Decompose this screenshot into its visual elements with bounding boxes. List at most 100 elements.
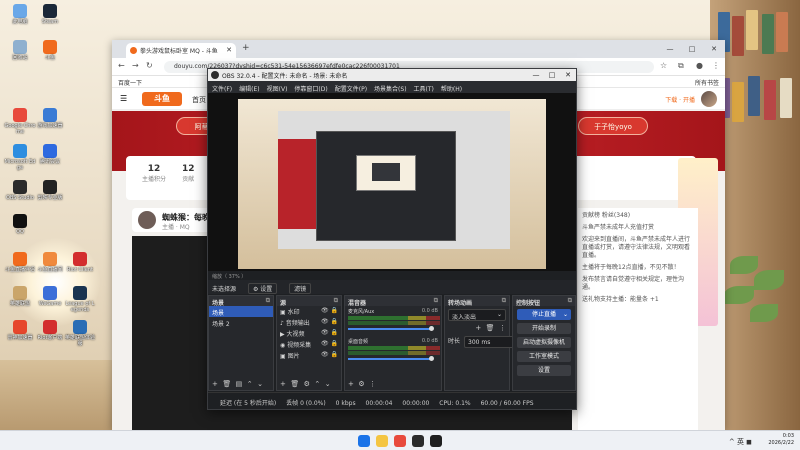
source-filters-button[interactable]: 滤镜 xyxy=(289,283,312,294)
filter-icon[interactable]: ▤ xyxy=(236,380,243,388)
chrome-minimize-button[interactable]: — xyxy=(659,40,681,58)
chrome-close-button[interactable]: ✕ xyxy=(703,40,725,58)
scene-item[interactable]: 场景 2 xyxy=(209,317,273,328)
eye-icon[interactable]: 👁 xyxy=(321,329,331,336)
chrome-maximize-button[interactable]: □ xyxy=(681,40,703,58)
trash-icon[interactable]: 🗑 xyxy=(222,380,231,388)
move-up-icon[interactable]: ⌃ xyxy=(247,380,253,388)
more-icon[interactable]: ⋮ xyxy=(369,380,376,388)
clock[interactable]: 0:03 2026/2/22 xyxy=(768,433,794,447)
transition-select[interactable]: 淡入淡出 ⌄ xyxy=(448,309,506,321)
lock-icon[interactable]: 🔒 xyxy=(331,318,338,325)
banner-pill[interactable]: 于子怡yoyo xyxy=(578,117,648,135)
desktop-icon[interactable]: 腾讯会议 xyxy=(34,144,66,165)
dock-menu-icon[interactable]: ⧉ xyxy=(568,297,572,305)
eye-icon[interactable]: 👁 xyxy=(321,318,331,325)
obs-menu-item[interactable]: 停靠窗口(D) xyxy=(294,86,327,93)
add-icon[interactable]: + xyxy=(212,380,218,388)
eye-icon[interactable]: 👁 xyxy=(321,351,331,358)
gear-icon[interactable]: ⚙ xyxy=(304,380,310,388)
desktop-icon[interactable]: QQ xyxy=(4,214,36,235)
obs-preview[interactable] xyxy=(208,93,576,271)
system-tray[interactable]: ^ 英 ◼ xyxy=(729,437,752,447)
move-down-icon[interactable]: ⌄ xyxy=(325,380,331,388)
scene-item[interactable]: 场景 xyxy=(209,306,273,317)
windows-start-icon[interactable] xyxy=(358,435,370,447)
back-arrow-icon[interactable]: ← xyxy=(118,61,125,70)
douyu-logo[interactable]: 斗鱼 xyxy=(142,92,182,106)
new-tab-button[interactable]: + xyxy=(242,43,250,53)
desktop-icon[interactable]: League of Legends xyxy=(64,286,96,313)
desktop-icon[interactable]: Google Chrome xyxy=(4,108,36,135)
desktop-icon[interactable]: 回收站 xyxy=(4,40,36,61)
move-up-icon[interactable]: ⌃ xyxy=(314,380,320,388)
dock-menu-icon[interactable]: ⧉ xyxy=(266,297,270,305)
all-bookmarks[interactable]: 所有书签 xyxy=(695,78,719,87)
source-item[interactable]: ▶ 大视频 👁 🔒 xyxy=(277,328,341,339)
obs-menu-item[interactable]: 场景集合(S) xyxy=(374,86,407,93)
add-icon[interactable]: + xyxy=(475,324,481,332)
desktop-icon[interactable]: WeGame xyxy=(34,286,66,307)
eye-icon[interactable]: 👁 xyxy=(321,307,331,314)
source-item[interactable]: ▣ 图片 👁 🔒 xyxy=(277,350,341,361)
desktop-icon[interactable]: Steam xyxy=(34,4,66,25)
more-icon[interactable]: ⋮ xyxy=(499,324,506,332)
add-icon[interactable]: + xyxy=(280,380,286,388)
menu-icon[interactable]: ☰ xyxy=(120,94,127,103)
obs-close-button[interactable]: ✕ xyxy=(560,69,576,81)
reload-icon[interactable]: ↻ xyxy=(146,61,153,70)
desktop-icon[interactable]: 此电脑 xyxy=(4,4,36,25)
desktop-icon[interactable]: Riot客户端 xyxy=(34,320,66,341)
obs-menu-item[interactable]: 配置文件(P) xyxy=(335,86,367,93)
desktop-icon[interactable]: 游戏加速器 xyxy=(34,108,66,129)
source-item[interactable]: ♪ 音频输出 👁 🔒 xyxy=(277,317,341,328)
bookmark-star-icon[interactable]: ☆ xyxy=(660,61,667,70)
source-item[interactable]: ◉ 视频采集 👁 🔒 xyxy=(277,339,341,350)
obs-maximize-button[interactable]: □ xyxy=(544,69,560,81)
gear-icon[interactable]: ⚙ xyxy=(358,380,364,388)
volume-slider[interactable] xyxy=(348,356,434,361)
obs-menu-item[interactable]: 工具(T) xyxy=(414,86,434,93)
user-avatar[interactable] xyxy=(701,91,717,107)
obs-menu-item[interactable]: 视图(V) xyxy=(267,86,288,93)
obs-icon[interactable] xyxy=(412,435,424,447)
profile-icon[interactable]: ● xyxy=(696,61,703,70)
dock-menu-icon[interactable]: ⧉ xyxy=(434,297,438,305)
trash-icon[interactable]: 🗑 xyxy=(486,324,495,332)
obs-window[interactable]: OBS 32.0.4 - 配置文件: 未命名 - 场景: 未命名 — □ ✕ 文… xyxy=(207,68,577,410)
control-button[interactable]: 开始录制 xyxy=(517,323,571,334)
obs-menu-item[interactable]: 文件(F) xyxy=(212,86,232,93)
nav-right[interactable]: 下载 · 开播 xyxy=(665,95,695,104)
desktop-icon[interactable]: 英雄联盟体验服 xyxy=(64,320,96,347)
extensions-icon[interactable]: ⧉ xyxy=(678,61,684,71)
add-icon[interactable]: + xyxy=(348,380,354,388)
obs-minimize-button[interactable]: — xyxy=(528,69,544,81)
move-down-icon[interactable]: ⌄ xyxy=(257,380,263,388)
chrome-menu-icon[interactable]: ⋮ xyxy=(712,61,720,70)
desktop-icon[interactable]: 斗鱼直播间 xyxy=(34,252,66,273)
control-button[interactable]: 工作室模式 xyxy=(517,351,571,362)
chevron-down-icon[interactable]: ⌄ xyxy=(563,309,568,320)
control-button[interactable]: 设置 xyxy=(517,365,571,376)
streamer-avatar[interactable] xyxy=(138,211,156,229)
desktop-icon[interactable]: 雷神加速器 xyxy=(4,320,36,341)
control-button[interactable]: 停止直播 ⌄ xyxy=(517,309,571,320)
obs-menu-item[interactable]: 帮助(H) xyxy=(441,86,462,93)
chrome-icon[interactable] xyxy=(394,435,406,447)
app-icon[interactable] xyxy=(430,435,442,447)
desktop-icon[interactable]: 斗鱼直播伴侣 xyxy=(4,252,36,273)
lock-icon[interactable]: 🔒 xyxy=(331,329,338,336)
forward-arrow-icon[interactable]: → xyxy=(132,61,139,70)
desktop-icon[interactable]: OBS Studio xyxy=(4,180,36,201)
control-button[interactable]: 启动虚拟摄像机 xyxy=(517,337,571,348)
file-explorer-icon[interactable] xyxy=(376,435,388,447)
desktop-icon[interactable]: 斗鱼 xyxy=(34,40,66,61)
desktop-icon[interactable]: 英雄联盟 xyxy=(4,286,36,307)
lock-icon[interactable]: 🔒 xyxy=(331,351,338,358)
preview-scale[interactable]: 缩放（ 37% ） xyxy=(208,271,576,280)
tab-close-icon[interactable]: ✕ xyxy=(226,46,232,54)
nav-home[interactable]: 首页 xyxy=(192,95,206,105)
chrome-tab-douyu[interactable]: 拳头游戏鼠标卧室 MQ - 斗鱼 ✕ xyxy=(126,43,236,58)
bookmark-baidu[interactable]: 百度一下 xyxy=(118,78,142,87)
lock-icon[interactable]: 🔒 xyxy=(331,340,338,347)
